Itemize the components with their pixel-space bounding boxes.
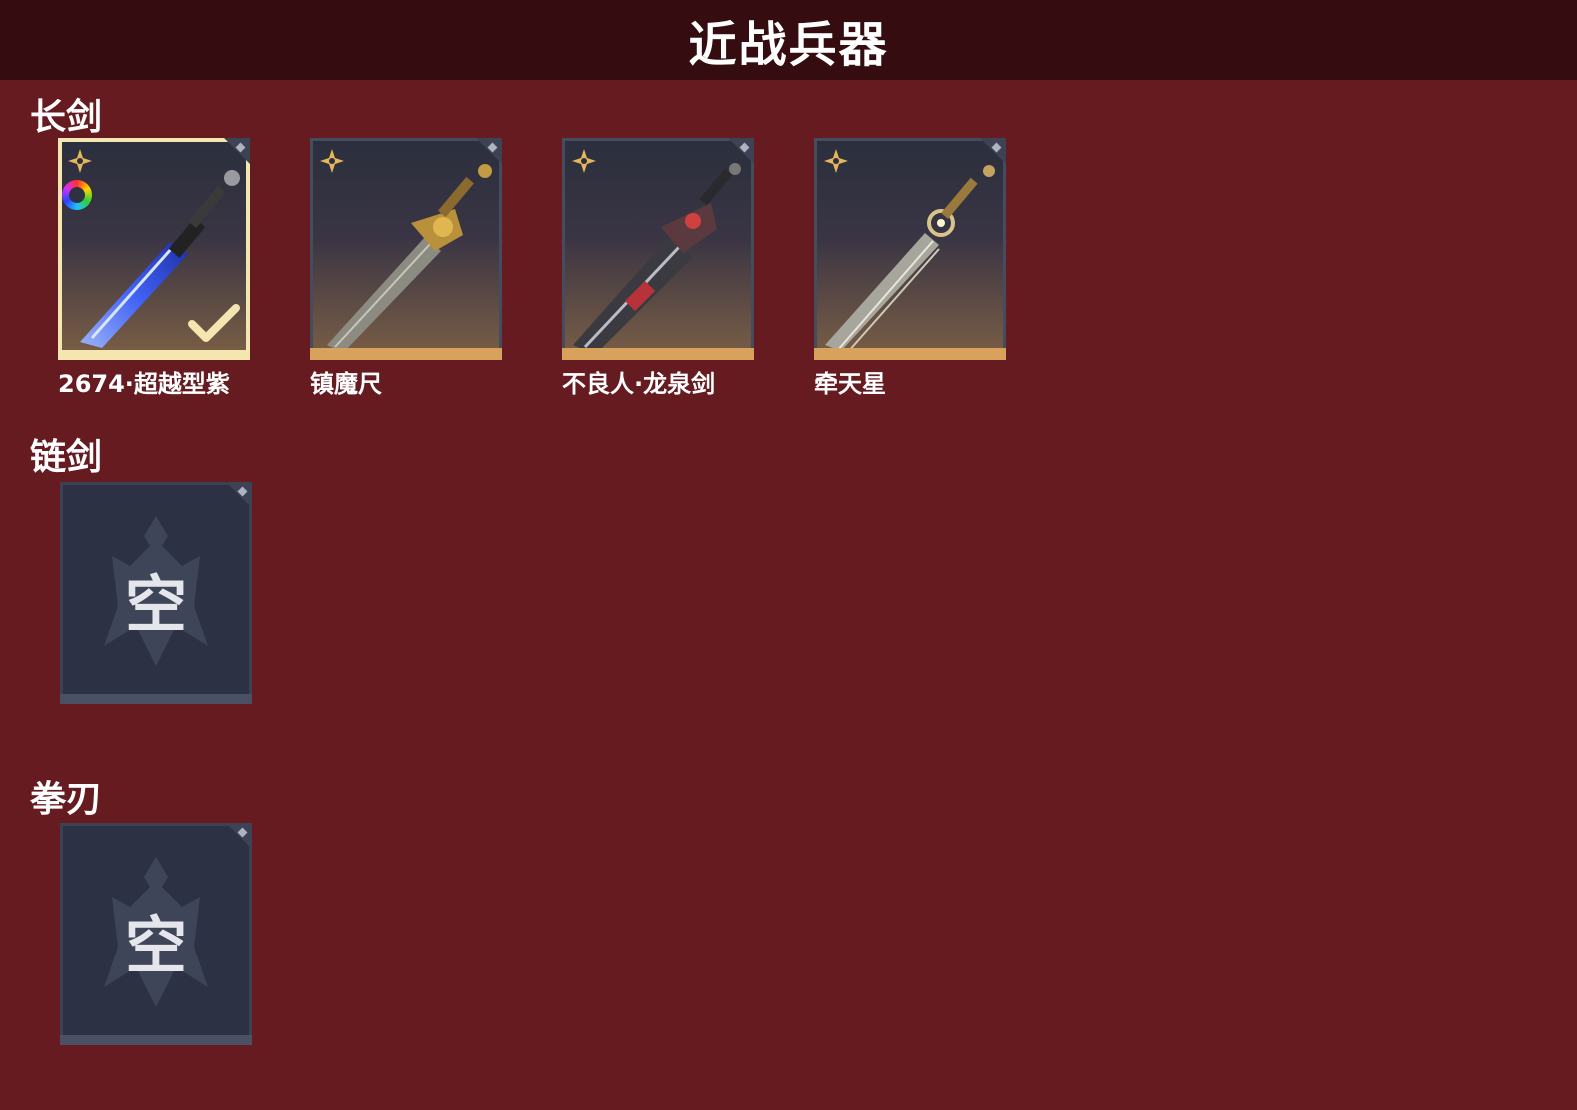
star-badge-icon: [572, 149, 596, 173]
empty-slot-fist-blade[interactable]: 空: [60, 823, 252, 1045]
corner-mark-icon: [476, 138, 502, 164]
weapon-name: 2674·超越型紫: [58, 370, 230, 398]
weapon-name: 镇魔尺: [310, 370, 382, 398]
weapon-card-3[interactable]: 不良人·龙泉剑: [562, 138, 754, 398]
checkmark-icon: [188, 304, 240, 342]
weapon-name: 牵天星: [814, 370, 886, 398]
star-badge-icon: [824, 149, 848, 173]
dark-red-sword-icon: [573, 163, 741, 355]
weapon-card-1[interactable]: 2674·超越型紫: [58, 138, 250, 398]
corner-mark-icon: [728, 138, 754, 164]
corner-mark-icon: [226, 482, 252, 508]
rainbow-ring-icon: [62, 180, 92, 210]
corner-mark-icon: [224, 138, 250, 164]
star-badge-icon: [68, 149, 92, 173]
weapon-name: 不良人·龙泉剑: [562, 370, 716, 398]
header-bar: 近战兵器: [0, 0, 1577, 80]
weapon-card-4[interactable]: 牵天星: [814, 138, 1006, 398]
star-badge-icon: [320, 149, 344, 173]
weapon-card-2[interactable]: 镇魔尺: [310, 138, 502, 398]
empty-label: 空: [124, 909, 187, 982]
corner-mark-icon: [226, 823, 252, 849]
corner-mark-icon: [980, 138, 1006, 164]
section-label-chain-sword: 链剑: [30, 437, 103, 478]
empty-label: 空: [124, 568, 187, 641]
empty-slot-chain-sword[interactable]: 空: [60, 482, 252, 704]
section-label-fist-blade: 拳刃: [30, 779, 103, 820]
section-label-longsword: 长剑: [30, 97, 103, 138]
ornate-bronze-sword-icon: [327, 164, 492, 353]
page-title: 近战兵器: [688, 17, 889, 73]
silver-gold-sword-icon: [825, 165, 995, 354]
